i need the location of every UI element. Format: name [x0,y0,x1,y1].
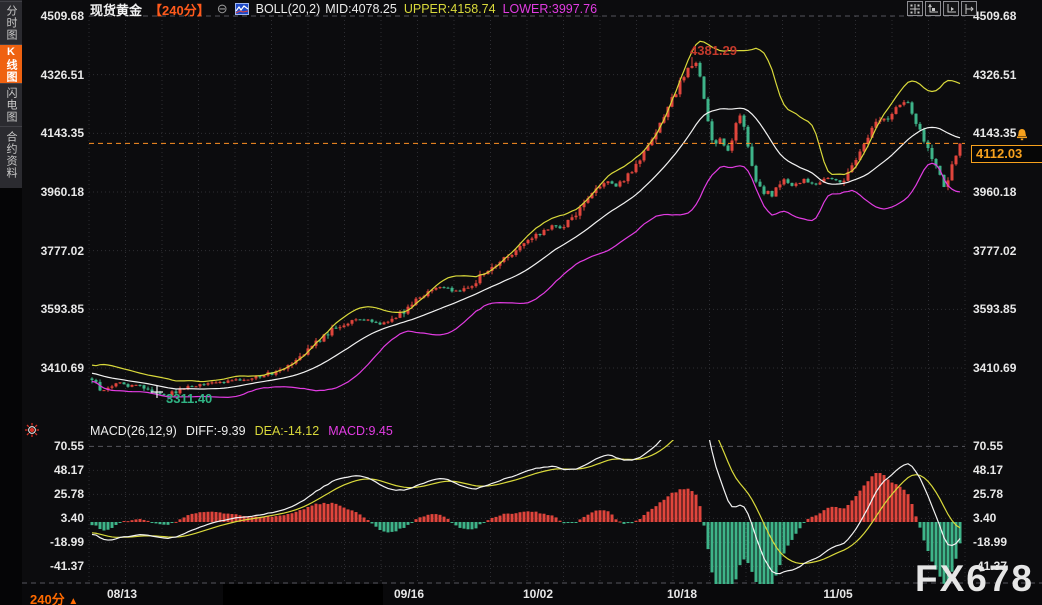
main-y-axis-label-left: 3960.18 [36,185,84,199]
main-y-axis-label-left: 3410.69 [36,361,84,375]
boll-upper-value: UPPER:4158.74 [404,2,496,16]
macd-y-axis-label-left: -41.37 [36,559,84,573]
macd-dea-value: DEA:-14.12 [255,424,320,438]
main-y-axis-label-right: 4143.35 [973,126,1039,140]
pan-right-icon[interactable] [961,1,977,16]
main-y-axis-label-right: 3777.02 [973,244,1039,258]
main-y-axis-label-left: 3593.85 [36,302,84,316]
macd-y-axis-label-left: 3.40 [36,511,84,525]
macd-y-axis-label-right: 3.40 [973,511,1039,525]
main-y-axis-label-right: 3410.69 [973,361,1039,375]
boll-lower-value: LOWER:3997.76 [503,2,598,16]
y-axis-scale-icon[interactable] [925,1,941,16]
macd-y-axis-label-right: 25.78 [973,487,1039,501]
x-axis-date-label: 09/16 [394,587,424,601]
macd-diff-value: DIFF:-9.39 [186,424,246,438]
main-y-axis-label-right: 3960.18 [973,185,1039,199]
chart-style-icon[interactable] [235,3,249,15]
x-axis-date-label: 10/02 [523,587,553,601]
last-price-tag: 4112.03 [971,145,1042,163]
x-axis-scale-icon[interactable] [943,1,959,16]
chart-header: 现货黄金 【240分】 ⊖ BOLL(20,2) MID:4078.25 UPP… [90,1,597,17]
x-axis-date-label: 10/18 [667,587,697,601]
main-y-axis-label-right: 4326.51 [973,68,1039,82]
main-y-axis-label-right: 4509.68 [973,9,1039,23]
macd-y-axis-label-right: -18.99 [973,535,1039,549]
macd-header: MACD(26,12,9) DIFF:-9.39 DEA:-14.12 MACD… [90,424,393,438]
x-axis-date-label: 11/05 [823,587,852,601]
fx678-watermark: FX678 [915,558,1034,600]
macd-y-axis-label-right: 48.17 [973,463,1039,477]
macd-y-axis-label-right: 70.55 [973,439,1039,453]
macd-macd-value: MACD:9.45 [328,424,393,438]
low-price-annotation: 3311.40 [166,391,212,406]
kline-app-window: 分时图 K线图 闪电图 合约资料 现货黄金 【240分】 ⊖ BOLL(20,2… [0,0,1042,605]
boll-mid-value: MID:4078.25 [325,2,397,16]
collapse-icon[interactable]: ⊖ [217,3,228,15]
main-y-axis-label-right: 3593.85 [973,302,1039,316]
redacted-black-box [223,584,383,605]
chart-toolbar [907,1,977,16]
period-label: 【240分】 [149,0,210,19]
main-y-axis-label-left: 3777.02 [36,244,84,258]
macd-formula-label: MACD(26,12,9) [90,424,177,438]
period-selector[interactable]: 240分 ▲ [30,589,78,605]
alarm-icon[interactable] [24,422,40,443]
low-point-marker [150,385,164,404]
macd-y-axis-label-left: 70.55 [36,439,84,453]
main-y-axis-label-left: 4509.68 [36,9,84,23]
chart-canvas[interactable] [0,0,1042,605]
x-axis-date-label: 08/13 [107,587,137,601]
macd-y-axis-label-left: 48.17 [36,463,84,477]
price-alert-bell-icon[interactable] [1015,128,1029,146]
macd-y-axis-label-left: 25.78 [36,487,84,501]
symbol-name: 现货黄金 [90,0,142,19]
main-y-axis-label-left: 4143.35 [36,126,84,140]
crosshair-tool-icon[interactable] [907,1,923,16]
period-dropdown-arrow-icon: ▲ [68,596,78,605]
high-price-annotation: 4381.29 [690,43,737,58]
main-y-axis-label-left: 4326.51 [36,68,84,82]
macd-y-axis-label-left: -18.99 [36,535,84,549]
boll-formula-label: BOLL(20,2) [256,2,321,16]
period-selector-label: 240分 [30,592,65,605]
